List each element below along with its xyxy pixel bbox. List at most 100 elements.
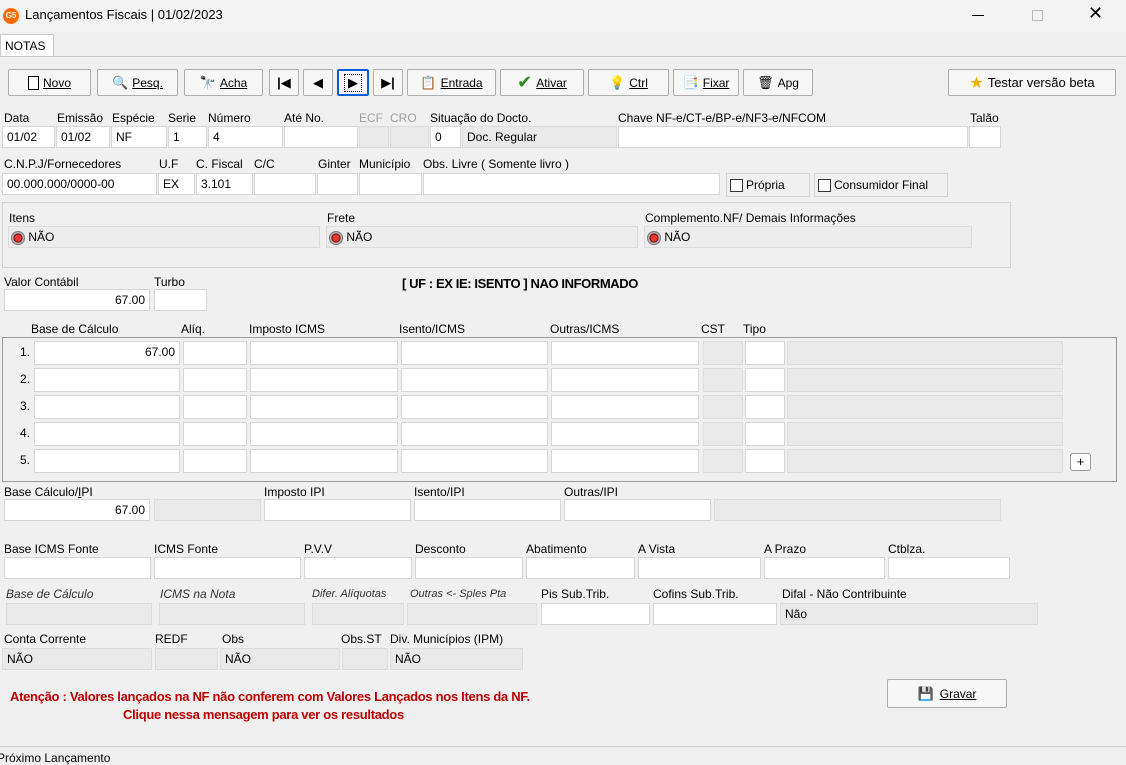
label-cro: CRO — [390, 111, 417, 125]
icms-cell-isento[interactable] — [401, 422, 548, 446]
icms-cell-isento[interactable] — [401, 341, 548, 365]
icms-cell-outras[interactable] — [551, 341, 699, 365]
icms-cell-imposto[interactable] — [250, 422, 398, 446]
propria-checkbox[interactable]: Própria — [726, 173, 810, 197]
icms-cell-tipo[interactable] — [745, 449, 785, 473]
icms-cell-base[interactable] — [34, 422, 180, 446]
emissao-field[interactable]: 01/02 — [56, 126, 110, 148]
icms-cell-base[interactable] — [34, 368, 180, 392]
aprazo-field[interactable] — [764, 557, 885, 579]
tab-divider — [0, 56, 1126, 57]
valor-contabil-field[interactable]: 67.00 — [4, 289, 150, 311]
maximize-icon[interactable] — [1032, 10, 1043, 21]
ctrl-button[interactable]: 💡 Ctrl — [588, 69, 669, 96]
app-logo-icon: G5 — [3, 8, 19, 24]
div-municipios-field: NÃO — [390, 648, 523, 670]
icms-cell-tipo[interactable] — [745, 422, 785, 446]
icms-cell-isento[interactable] — [401, 368, 548, 392]
avista-field[interactable] — [638, 557, 761, 579]
pesq-button[interactable]: 🔍 Pesq. — [97, 69, 178, 96]
icms-cell-tipo[interactable] — [745, 341, 785, 365]
first-record-button[interactable]: |◀ — [269, 69, 299, 96]
ctblza-field[interactable] — [888, 557, 1010, 579]
consumidor-final-checkbox[interactable]: Consumidor Final — [814, 173, 948, 197]
previous-record-button[interactable]: ◀ — [303, 69, 333, 96]
icms-cell-aliq[interactable] — [183, 368, 247, 392]
icms-cell-base[interactable] — [34, 449, 180, 473]
cnpj-field[interactable]: 00.000.000/0000-00 — [2, 173, 157, 195]
fixar-button[interactable]: 📑 Fixar — [673, 69, 739, 96]
frete-field[interactable]: NÃO — [326, 226, 638, 248]
data-field[interactable]: 01/02 — [2, 126, 55, 148]
ginter-field[interactable] — [317, 173, 358, 195]
isento-ipi-field[interactable] — [414, 499, 561, 521]
add-row-button[interactable]: + — [1070, 453, 1091, 471]
icms-cell-outras[interactable] — [551, 395, 699, 419]
propria-checkbox-box[interactable] — [730, 179, 743, 193]
warning-message-line2[interactable]: Clique nessa mensagem para ver os result… — [123, 707, 404, 722]
icms-cell-tipo[interactable] — [745, 368, 785, 392]
itens-field[interactable]: NÃO — [8, 226, 320, 248]
icms-cell-imposto[interactable] — [250, 341, 398, 365]
icms-cell-isento[interactable] — [401, 395, 548, 419]
cc-field[interactable] — [254, 173, 316, 195]
icms-cell-base[interactable]: 67.00 — [34, 341, 180, 365]
ate-field[interactable] — [284, 126, 358, 148]
especie-field[interactable]: NF — [111, 126, 167, 148]
icms-cell-aliq[interactable] — [183, 395, 247, 419]
next-record-button[interactable]: ▶ — [337, 69, 369, 96]
complemento-field[interactable]: NÃO — [644, 226, 972, 248]
cfiscal-field[interactable]: 3.101 — [196, 173, 253, 195]
apg-button[interactable]: 🗑 Apg — [743, 69, 813, 96]
icms-cell-tipo[interactable] — [745, 395, 785, 419]
talao-field[interactable] — [969, 126, 1001, 148]
cofins-sub-field[interactable] — [653, 603, 777, 625]
novo-button[interactable]: Novo — [8, 69, 91, 96]
icms-cell-aliq[interactable] — [183, 422, 247, 446]
testar-versao-beta-button[interactable]: ★ Testar versão beta — [948, 69, 1116, 96]
serie-field[interactable]: 1 — [168, 126, 207, 148]
consumidor-checkbox-box[interactable] — [818, 179, 831, 193]
entrada-button[interactable]: 📋 Entrada — [407, 69, 496, 96]
municipio-field[interactable] — [359, 173, 422, 195]
cro-field — [390, 126, 429, 148]
icms-cell-outras[interactable] — [551, 449, 699, 473]
imposto-ipi-field[interactable] — [264, 499, 411, 521]
tab-notas[interactable]: NOTAS — [0, 34, 54, 56]
numero-field[interactable]: 4 — [208, 126, 283, 148]
icms-cell-imposto[interactable] — [250, 449, 398, 473]
row-number: 5. — [20, 453, 31, 467]
obs-livre-field[interactable] — [423, 173, 720, 195]
outras-ipi-field[interactable] — [564, 499, 711, 521]
icms-cell-aliq[interactable] — [183, 449, 247, 473]
label-ecf: ECF — [359, 111, 383, 125]
icms-cell-outras[interactable] — [551, 422, 699, 446]
turbo-field[interactable] — [154, 289, 207, 311]
chave-field[interactable] — [618, 126, 968, 148]
gravar-button[interactable]: 💾 Gravar — [887, 679, 1007, 708]
pvv-field[interactable] — [304, 557, 412, 579]
desconto-field[interactable] — [415, 557, 523, 579]
pis-sub-field[interactable] — [541, 603, 650, 625]
ativar-button[interactable]: ✔ Ativar — [500, 69, 584, 96]
acha-button[interactable]: 🔭 Acha — [184, 69, 263, 96]
last-record-button[interactable]: ▶| — [373, 69, 403, 96]
icms-cell-aliq[interactable] — [183, 341, 247, 365]
base-icms-fonte-field[interactable] — [4, 557, 151, 579]
abatimento-field[interactable] — [526, 557, 635, 579]
warning-message-line1[interactable]: Atenção : Valores lançados na NF não con… — [10, 689, 530, 704]
minimize-icon[interactable] — [972, 15, 984, 16]
base-ipi-field[interactable]: 67.00 — [4, 499, 150, 521]
icms-cell-imposto[interactable] — [250, 368, 398, 392]
uf-field[interactable]: EX — [158, 173, 195, 195]
icms-cell-imposto[interactable] — [250, 395, 398, 419]
icms-fonte-field[interactable] — [154, 557, 301, 579]
status-radio-icon — [11, 230, 25, 245]
icms-cell-outras[interactable] — [551, 368, 699, 392]
label-serie: Serie — [168, 111, 197, 125]
icms-cell-isento[interactable] — [401, 449, 548, 473]
icms-cell-base[interactable] — [34, 395, 180, 419]
header-outras-icms: Outras/ICMS — [550, 322, 620, 336]
situacao-code-field[interactable]: 0 — [430, 126, 461, 148]
close-icon[interactable]: ✕ — [1088, 4, 1103, 24]
